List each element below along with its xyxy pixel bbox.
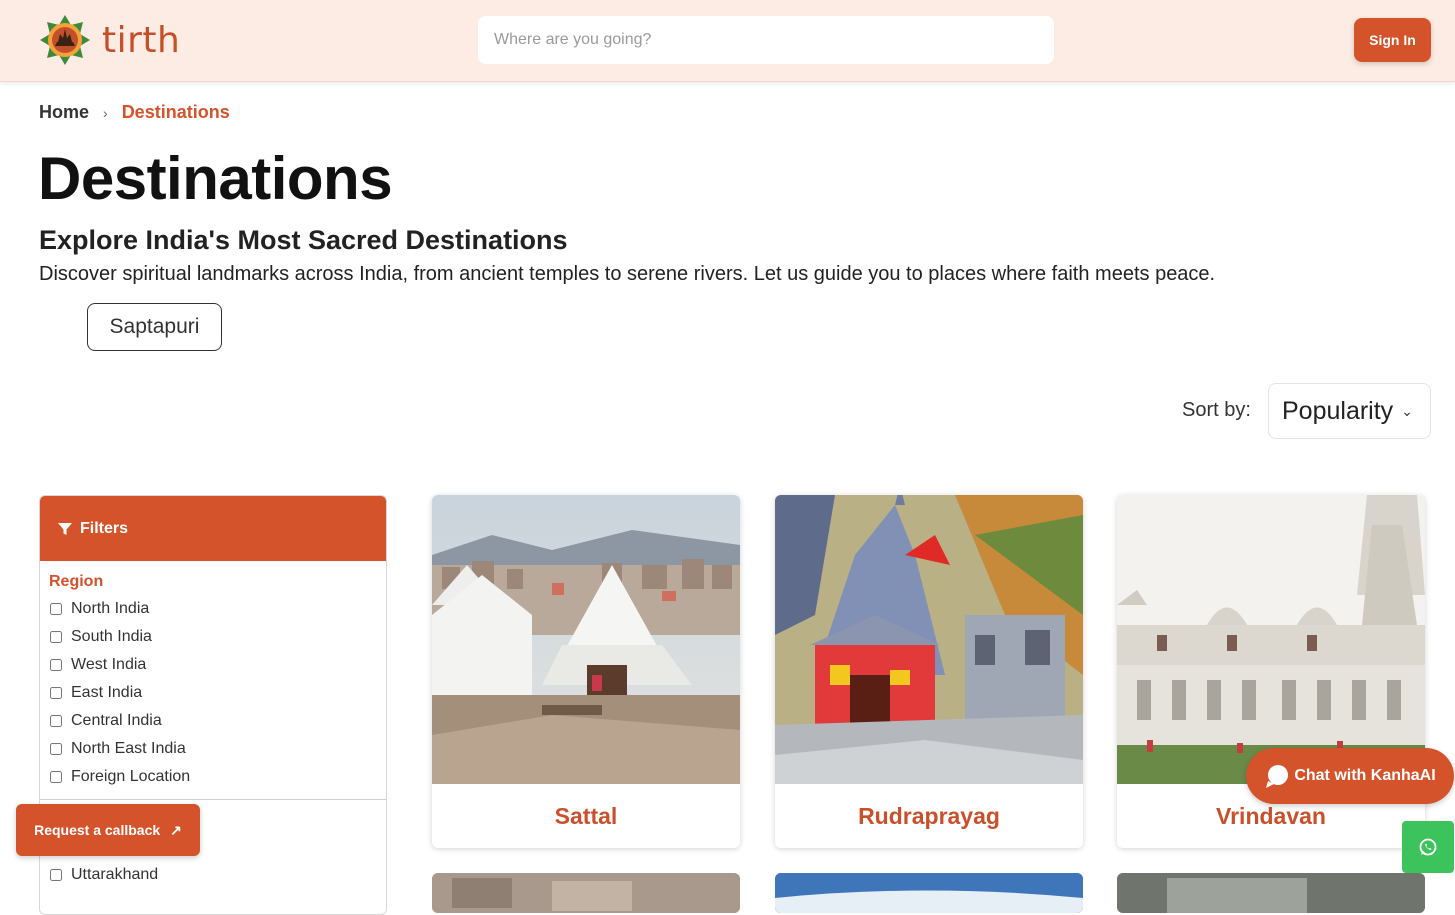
filter-east-india[interactable]: East India: [40, 679, 386, 707]
destination-name[interactable]: Sattal: [432, 784, 740, 848]
request-callback-button[interactable]: Request a callback ↗: [16, 804, 200, 856]
filter-checkbox[interactable]: [50, 603, 62, 615]
breadcrumb-home[interactable]: Home: [39, 102, 89, 123]
filter-label: Foreign Location: [71, 768, 191, 785]
filter-label: Uttarakhand: [71, 866, 159, 883]
search-input[interactable]: [478, 16, 1054, 64]
region-title: Region: [49, 573, 104, 590]
filter-checkbox[interactable]: [50, 659, 62, 671]
page-subtitle: Explore India's Most Sacred Destinations: [39, 225, 568, 255]
page-description: Discover spiritual landmarks across Indi…: [39, 263, 1216, 285]
filter-north-india[interactable]: North India: [40, 595, 386, 623]
breadcrumb: Home › Destinations: [39, 102, 230, 123]
filter-central-india[interactable]: Central India: [40, 707, 386, 735]
whatsapp-button[interactable]: [1402, 821, 1454, 873]
destination-card-rudraprayag[interactable]: Rudraprayag: [775, 495, 1083, 848]
destination-card-partial[interactable]: [775, 873, 1083, 913]
filter-checkbox[interactable]: [50, 687, 62, 699]
callback-label: Request a callback: [34, 822, 161, 838]
filter-west-india[interactable]: West India: [40, 651, 386, 679]
filter-uttarakhand[interactable]: Uttarakhand: [40, 861, 158, 889]
chat-kanhaai-button[interactable]: Chat with KanhaAI: [1246, 748, 1454, 804]
destination-image: [775, 495, 1083, 784]
destination-card-partial[interactable]: [1117, 873, 1425, 913]
filter-label: East India: [71, 684, 143, 701]
filter-checkbox[interactable]: [50, 771, 62, 783]
chevron-down-icon: ⌄: [1401, 402, 1413, 419]
destination-card-partial[interactable]: [432, 873, 740, 913]
destination-image: [432, 495, 740, 784]
sort-select[interactable]: Popularity ⌄: [1268, 383, 1431, 439]
site-header: tirth Sign In: [0, 0, 1455, 82]
brand-name: tirth: [102, 19, 181, 61]
filter-checkbox[interactable]: [50, 631, 62, 643]
filter-foreign-location[interactable]: Foreign Location: [40, 763, 386, 791]
filter-south-india[interactable]: South India: [40, 623, 386, 651]
filter-checkbox[interactable]: [50, 715, 62, 727]
whatsapp-icon: [1419, 838, 1437, 856]
destination-image: [1117, 495, 1425, 784]
chat-label: Chat with KanhaAI: [1294, 767, 1436, 784]
filter-checkbox[interactable]: [50, 743, 62, 755]
filter-checkbox[interactable]: [50, 869, 62, 881]
filter-label: South India: [71, 628, 152, 645]
chevron-right-icon: ›: [103, 104, 108, 121]
lotus-temple-icon: [40, 15, 90, 65]
site-logo[interactable]: tirth: [38, 13, 180, 67]
filters-header: Filters: [40, 496, 386, 561]
sort-label: Sort by:: [1182, 399, 1251, 421]
funnel-icon: [58, 522, 72, 535]
tag-saptapuri[interactable]: Saptapuri: [87, 303, 222, 351]
filter-label: Central India: [71, 712, 162, 729]
breadcrumb-current: Destinations: [121, 102, 230, 122]
filter-label: North East India: [71, 740, 186, 757]
destination-card-sattal[interactable]: Sattal: [432, 495, 740, 848]
arrow-up-right-icon: ↗: [170, 821, 182, 838]
filters-title: Filters: [80, 519, 129, 537]
chat-bubble-icon: [1266, 765, 1289, 788]
filter-label: West India: [71, 656, 147, 673]
sort-value: Popularity: [1282, 396, 1394, 425]
filter-north-east-india[interactable]: North East India: [40, 735, 386, 763]
filter-label: North India: [71, 600, 150, 617]
sign-in-button[interactable]: Sign In: [1354, 18, 1431, 62]
filter-divider: [40, 799, 386, 800]
page-title: Destinations: [38, 145, 393, 212]
destination-name[interactable]: Rudraprayag: [775, 784, 1083, 848]
